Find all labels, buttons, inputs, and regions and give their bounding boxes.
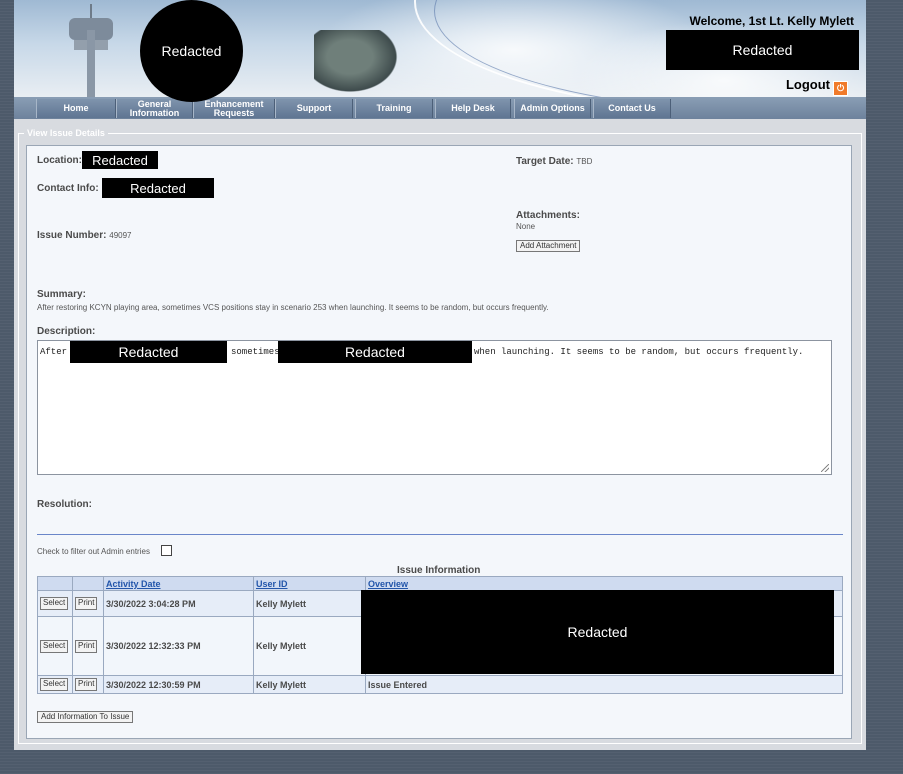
description-text-middle: sometimes xyxy=(231,347,280,357)
user-id-cell: Kelly Mylett xyxy=(253,675,366,694)
issue-information-caption: Issue Information xyxy=(397,565,481,576)
nav-tab-training[interactable]: Training xyxy=(355,99,433,118)
description-text-end: when launching. It seems to be random, b… xyxy=(474,347,804,357)
welcome-text: Welcome, 1st Lt. Kelly Mylett xyxy=(689,14,855,28)
nav-tab-contact-us[interactable]: Contact Us xyxy=(593,99,671,118)
operator-image xyxy=(314,30,404,97)
header-blank-select xyxy=(37,576,73,591)
overview-redacted: Redacted xyxy=(361,590,834,674)
page-frame: Welcome, 1st Lt. Kelly Mylett Redacted L… xyxy=(14,0,866,750)
nav-tab-help-desk[interactable]: Help Desk xyxy=(435,99,511,118)
nav-tab-home[interactable]: Home xyxy=(36,99,116,118)
user-id-cell: Kelly Mylett xyxy=(253,616,366,676)
logout-link[interactable]: Logout ⏻ xyxy=(786,77,848,96)
description-text-start: After xyxy=(40,347,68,357)
attachments-value: None xyxy=(516,222,536,231)
nav-tab-general-information[interactable]: General Information xyxy=(116,99,193,118)
summary-value: After restoring KCYN playing area, somet… xyxy=(37,303,549,312)
select-button[interactable]: Select xyxy=(40,678,69,691)
filter-admin-checkbox[interactable] xyxy=(161,545,172,556)
issue-number-row: Issue Number: 49097 xyxy=(37,230,132,241)
header-user-id[interactable]: User ID xyxy=(253,576,366,591)
description-redacted-1: Redacted xyxy=(70,341,227,363)
resolution-label: Resolution: xyxy=(37,499,92,510)
add-information-button[interactable]: Add Information To Issue xyxy=(37,711,134,723)
table-row: Select Print 3/30/2022 12:30:59 PM Kelly… xyxy=(37,675,843,694)
issue-number-label: Issue Number: xyxy=(37,230,107,241)
location-value-redacted: Redacted xyxy=(82,151,158,169)
description-textarea[interactable]: After Redacted sometimes Redacted when l… xyxy=(37,340,832,475)
add-attachment-button[interactable]: Add Attachment xyxy=(516,240,581,252)
nav-tab-support[interactable]: Support xyxy=(275,99,353,118)
logout-label: Logout xyxy=(785,77,830,92)
header-blank-print xyxy=(72,576,104,591)
header-overview[interactable]: Overview xyxy=(365,576,843,591)
activity-date-cell: 3/30/2022 3:04:28 PM xyxy=(103,590,254,617)
control-tower-icon xyxy=(87,30,95,97)
issue-number-value: 49097 xyxy=(109,231,132,240)
table-header-row: Activity Date User ID Overview xyxy=(37,576,843,591)
main-nav: Home General Information Enhancement Req… xyxy=(14,97,866,119)
redacted-user-info: Redacted xyxy=(666,30,859,70)
nav-tab-admin-options[interactable]: Admin Options xyxy=(514,99,591,118)
user-id-cell: Kelly Mylett xyxy=(253,590,366,617)
contact-info-label: Contact Info: xyxy=(37,183,99,194)
select-cell: Select xyxy=(37,616,73,676)
description-label: Description: xyxy=(37,326,96,337)
header-activity-date[interactable]: Activity Date xyxy=(103,576,254,591)
location-label: Location: xyxy=(37,155,82,166)
print-cell: Print xyxy=(72,590,104,617)
select-cell: Select xyxy=(37,590,73,617)
filter-admin-label: Check to filter out Admin entries xyxy=(37,547,150,556)
target-date-row: Target Date: TBD xyxy=(516,156,592,167)
nav-tab-enhancement-requests[interactable]: Enhancement Requests xyxy=(193,99,275,118)
description-redacted-2: Redacted xyxy=(278,341,472,363)
target-date-value: TBD xyxy=(576,157,593,166)
power-icon: ⏻ xyxy=(833,81,848,96)
print-button[interactable]: Print xyxy=(75,639,98,653)
redacted-logo: Redacted xyxy=(140,0,243,102)
overview-cell: Issue Entered xyxy=(365,675,843,694)
activity-date-cell: 3/30/2022 12:30:59 PM xyxy=(103,675,254,694)
select-button[interactable]: Select xyxy=(40,639,69,653)
select-cell: Select xyxy=(37,675,73,694)
resize-grip-icon[interactable] xyxy=(821,464,829,472)
print-cell: Print xyxy=(72,616,104,676)
section-legend: View Issue Details xyxy=(24,128,108,138)
print-cell: Print xyxy=(72,675,104,694)
select-button[interactable]: Select xyxy=(40,597,69,610)
contact-info-value-redacted: Redacted xyxy=(102,178,214,198)
activity-date-cell: 3/30/2022 12:32:33 PM xyxy=(103,616,254,676)
attachments-label: Attachments: xyxy=(516,210,580,221)
section-divider xyxy=(37,534,843,535)
summary-label: Summary: xyxy=(37,289,86,300)
print-button[interactable]: Print xyxy=(75,597,98,610)
print-button[interactable]: Print xyxy=(75,678,98,691)
target-date-label: Target Date: xyxy=(516,156,574,167)
